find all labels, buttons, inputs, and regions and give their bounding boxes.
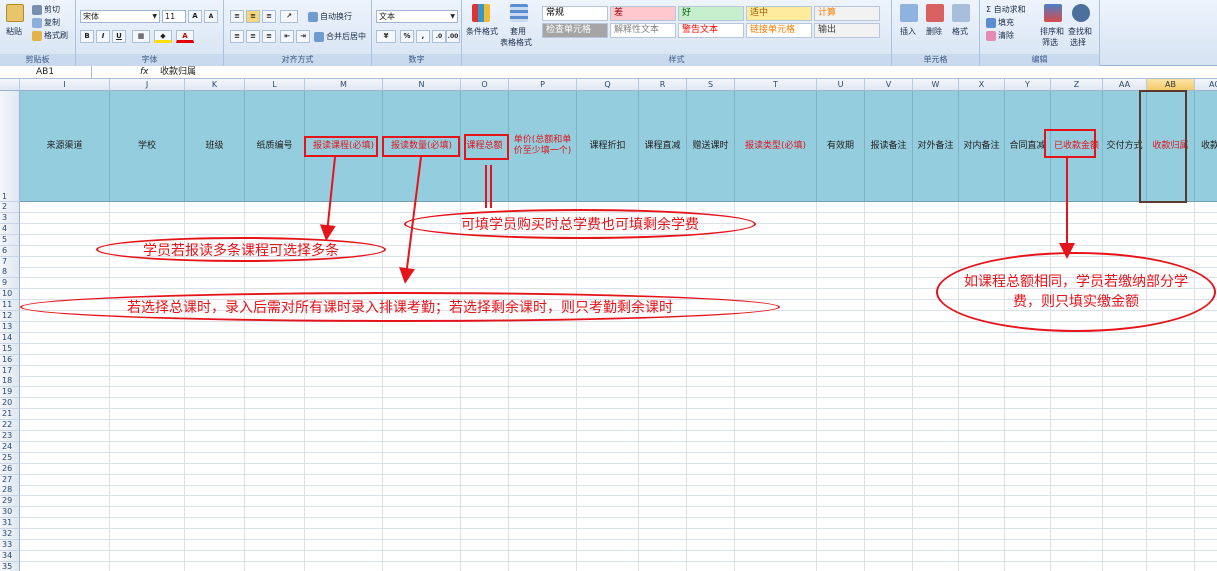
arrow-quantity — [399, 156, 422, 284]
arrow-course — [319, 156, 336, 241]
annotation-multi-course: 学员若报读多条课程可选择多条 — [96, 237, 386, 262]
annotation-partial-payment: 如课程总额相同，学员若缴纳部分学费，则只填实缴金额 — [936, 252, 1216, 332]
annotation-course-hours: 若选择总课时，录入后需对所有课时录入排课考勤；若选择剩余课时，则只考勤剩余课时 — [20, 292, 780, 322]
annotation-total-fee: 可填学员购买时总学费也可填剩余学费 — [404, 209, 756, 239]
highlight-received — [1044, 129, 1096, 158]
highlight-course — [304, 136, 378, 157]
selected-cell-ab1 — [1139, 90, 1187, 203]
highlight-quantity — [382, 136, 460, 157]
highlight-total — [464, 134, 509, 160]
excel-window: 粘贴 剪切 复制 格式刷 剪贴板 宋体 ▼ 11 A A B I U ▦ ◆ A … — [0, 0, 1217, 571]
